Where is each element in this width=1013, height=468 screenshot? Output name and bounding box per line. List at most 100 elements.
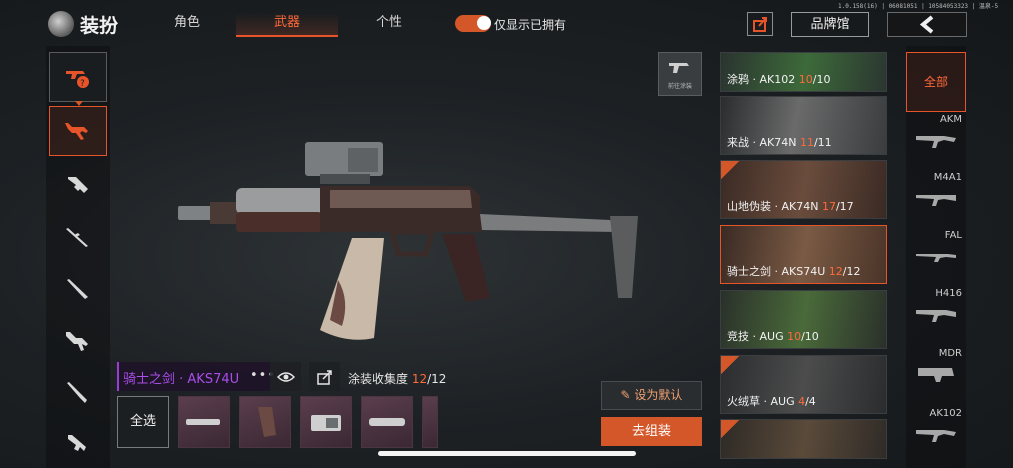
skin-card-owned: 10 bbox=[798, 73, 813, 86]
part-stock[interactable] bbox=[422, 396, 438, 448]
trigger-guard bbox=[388, 229, 436, 257]
skin-card-owned: 17 bbox=[821, 200, 836, 213]
back-arrow-icon bbox=[919, 15, 934, 34]
go-paint-label: 前往涂装 bbox=[667, 82, 692, 90]
skin-card[interactable]: 火绒草 · AUG 4/4 bbox=[720, 355, 887, 414]
share-icon bbox=[753, 17, 767, 32]
category-smg[interactable] bbox=[49, 160, 107, 210]
go-assemble-button[interactable]: 去组装 bbox=[601, 417, 702, 446]
handguard-part-icon bbox=[369, 418, 405, 426]
share-button[interactable] bbox=[747, 12, 773, 36]
skin-card-total: /11 bbox=[813, 136, 832, 149]
part-handguard[interactable] bbox=[361, 396, 413, 448]
category-rifle[interactable] bbox=[49, 106, 107, 156]
weapon-type-ak102[interactable]: AK102 bbox=[906, 408, 966, 464]
share-icon bbox=[316, 369, 332, 385]
skin-card-name: 竞技 · AUG bbox=[727, 330, 788, 343]
select-all-button[interactable]: 全选 bbox=[117, 396, 169, 448]
dust-cover bbox=[330, 190, 472, 208]
stock-arm bbox=[480, 214, 618, 232]
collection-progress: 涂装收集度 12/12 bbox=[348, 370, 446, 387]
skin-name: 骑士之剑 · AKS74U bbox=[123, 372, 240, 387]
set-default-button[interactable]: ✎ 设为默认 bbox=[601, 381, 702, 410]
handguard bbox=[236, 212, 322, 232]
muzzle-part-icon bbox=[186, 419, 220, 425]
weapon-type-label: M4A1 bbox=[933, 172, 962, 183]
eye-icon bbox=[276, 371, 295, 382]
new-tag-icon bbox=[721, 420, 739, 438]
weapon-type-mdr[interactable]: MDR bbox=[906, 348, 966, 404]
category-shotgun[interactable] bbox=[49, 264, 107, 314]
skin-card[interactable]: 竞技 · AUG 10/10 bbox=[720, 290, 887, 349]
skin-card[interactable]: 来战 · AK74N 11/11 bbox=[720, 96, 887, 155]
skin-card[interactable]: 涂鸦 · AK102 10/10 bbox=[720, 52, 887, 92]
skin-card-name: 涂鸦 · AK102 bbox=[727, 73, 799, 86]
gas-tube bbox=[236, 188, 326, 214]
fal-icon bbox=[916, 254, 956, 262]
skin-card-selected[interactable]: 骑士之剑 · AKS74U 12/12 bbox=[720, 225, 887, 284]
scope-mount bbox=[320, 174, 370, 184]
home-indicator[interactable] bbox=[378, 451, 636, 456]
sniper-icon bbox=[66, 228, 88, 247]
svg-text:?: ? bbox=[80, 79, 85, 89]
weapon-type-label: H416 bbox=[935, 288, 962, 299]
weapon-preview-aks74u[interactable] bbox=[170, 130, 650, 370]
collection-owned: 12 bbox=[411, 372, 428, 386]
preview-toggle-button[interactable] bbox=[270, 362, 301, 391]
muzzle bbox=[178, 206, 212, 220]
skin-card-total: /10 bbox=[812, 73, 831, 86]
tab-weapon[interactable]: 武器 bbox=[236, 13, 338, 37]
skin-card-total: /4 bbox=[805, 395, 816, 408]
m4a1-icon bbox=[916, 195, 956, 206]
pistol-grip bbox=[442, 234, 490, 302]
toggle-knob bbox=[477, 16, 491, 30]
skin-card-label: 骑士之剑 · AKS74U 12/12 bbox=[727, 263, 860, 279]
category-shuffle[interactable]: ? bbox=[49, 52, 107, 106]
skin-card-total: /12 bbox=[842, 265, 861, 278]
brush-icon: ✎ bbox=[620, 388, 635, 402]
ak102-icon bbox=[916, 430, 956, 442]
skin-card-owned: 10 bbox=[787, 330, 802, 343]
dmr-icon bbox=[67, 382, 87, 403]
new-tag-icon bbox=[721, 161, 739, 179]
lmg-icon bbox=[66, 332, 88, 351]
skin-card-name: 山地伪装 · AK74N bbox=[727, 200, 822, 213]
weapon-type-fal[interactable]: FAL bbox=[906, 230, 966, 286]
weapon-type-label: FAL bbox=[944, 230, 962, 241]
weapon-type-m4a1[interactable]: M4A1 bbox=[906, 172, 966, 228]
weapon-type-h416[interactable]: H416 bbox=[906, 288, 966, 344]
weapon-type-akm[interactable]: AKM bbox=[906, 114, 966, 170]
skin-card[interactable]: 山地伪装 · AK74N 17/17 bbox=[720, 160, 887, 219]
akm-icon bbox=[916, 136, 956, 148]
tab-role[interactable]: 角色 bbox=[160, 13, 214, 37]
owned-only-label: 仅显示已拥有 bbox=[494, 18, 567, 32]
stock-buttplate bbox=[610, 216, 638, 298]
mdr-icon bbox=[918, 368, 954, 382]
go-paint-button[interactable]: 前往涂装 bbox=[658, 52, 702, 96]
shotgun-icon bbox=[67, 279, 88, 299]
skin-card-label: 山地伪装 · AK74N 17/17 bbox=[727, 198, 854, 214]
weapon-type-all[interactable]: 全部 bbox=[906, 52, 966, 112]
back-button[interactable] bbox=[887, 12, 967, 37]
skin-card-name: 火绒草 · AUG bbox=[727, 395, 799, 408]
smg-icon bbox=[68, 177, 88, 193]
tab-personal[interactable]: 个性 bbox=[360, 13, 418, 37]
part-scope[interactable] bbox=[300, 396, 352, 448]
brand-hall-button[interactable]: 品牌馆 bbox=[791, 12, 869, 37]
grip-part-icon bbox=[258, 407, 276, 437]
skin-card-label: 来战 · AK74N 11/11 bbox=[727, 134, 832, 150]
collection-label: 涂装收集度 bbox=[348, 372, 412, 386]
version-text: 1.0.158(16) | 06081051 | 10584053323 | 温… bbox=[838, 3, 999, 10]
globe-logo-icon bbox=[48, 11, 74, 37]
category-pistol[interactable] bbox=[49, 418, 107, 468]
category-sniper[interactable] bbox=[49, 212, 107, 262]
shuffle-weapon-icon: ? bbox=[66, 71, 89, 89]
part-muzzle[interactable] bbox=[178, 396, 230, 448]
new-tag-icon bbox=[721, 356, 739, 374]
category-lmg[interactable] bbox=[49, 316, 107, 366]
weapon-type-label: AK102 bbox=[929, 408, 963, 419]
skin-card[interactable] bbox=[720, 419, 887, 459]
category-dmr[interactable] bbox=[49, 368, 107, 418]
share-skin-button[interactable] bbox=[309, 362, 340, 391]
part-grip[interactable] bbox=[239, 396, 291, 448]
